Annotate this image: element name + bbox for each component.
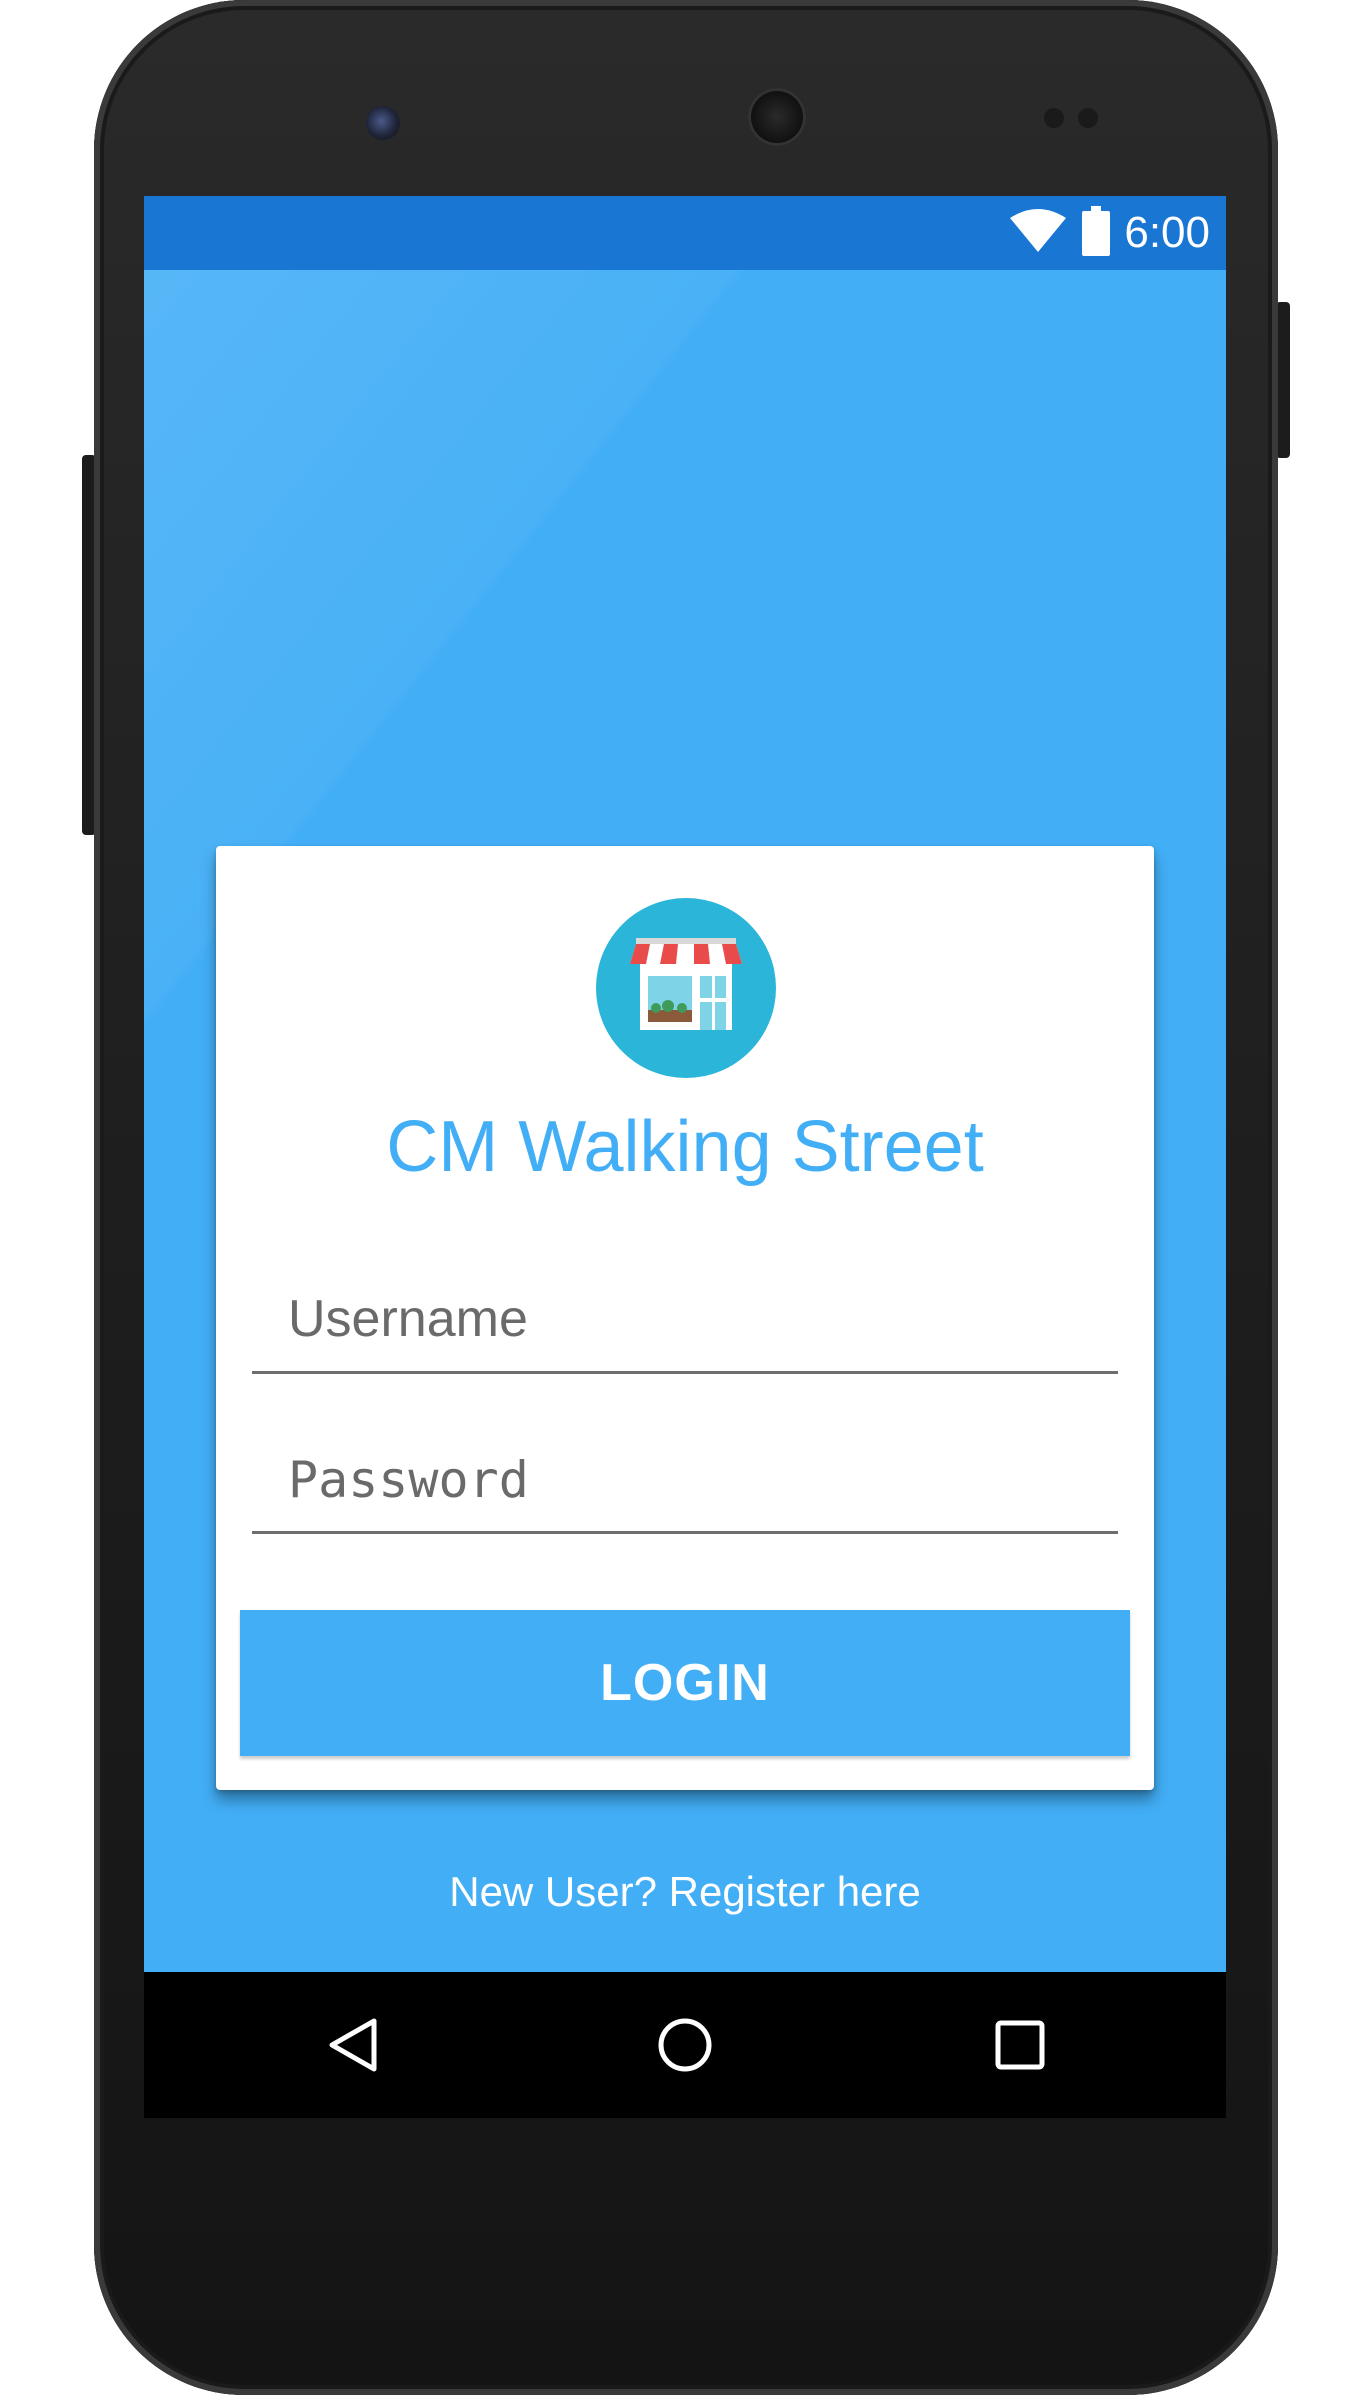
earpiece-speaker — [748, 88, 806, 146]
navigation-bar — [144, 1972, 1226, 2118]
device-mockup: 6:00 CM Walking Street Username Password… — [0, 0, 1370, 2405]
username-placeholder: Username — [288, 1290, 528, 1348]
battery-icon — [1082, 205, 1111, 261]
wifi-icon — [1008, 208, 1068, 259]
status-time: 6:00 — [1124, 208, 1210, 257]
recents-icon[interactable] — [990, 2015, 1050, 2075]
front-camera — [366, 106, 400, 140]
username-field[interactable]: Username — [252, 1271, 1118, 1374]
login-card: CM Walking Street Username Password LOGI… — [216, 846, 1154, 1790]
password-placeholder: Password — [288, 1451, 529, 1509]
app-title: CM Walking Street — [386, 1107, 984, 1187]
register-link[interactable]: New User? Register here — [144, 1868, 1226, 1916]
proximity-sensor — [1044, 108, 1064, 128]
light-sensor — [1078, 108, 1098, 128]
home-icon[interactable] — [655, 2015, 715, 2075]
password-field[interactable]: Password — [252, 1431, 1118, 1534]
storefront-icon — [596, 898, 776, 1078]
back-icon[interactable] — [324, 2015, 384, 2075]
power-button — [1276, 302, 1290, 458]
screen: 6:00 CM Walking Street Username Password… — [144, 196, 1226, 2118]
login-screen: CM Walking Street Username Password LOGI… — [144, 270, 1226, 1972]
status-bar: 6:00 — [144, 196, 1226, 270]
login-button[interactable]: LOGIN — [240, 1610, 1130, 1756]
